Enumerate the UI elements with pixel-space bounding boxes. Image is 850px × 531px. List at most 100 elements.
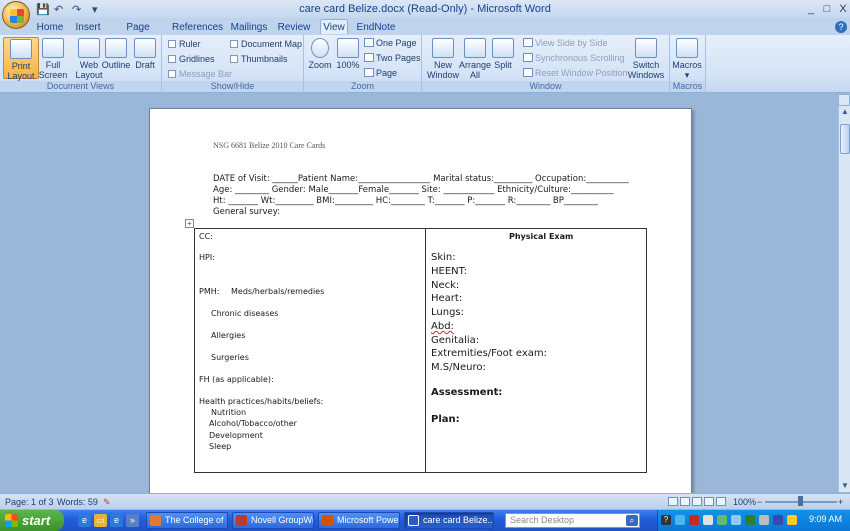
outline-button[interactable]: Outline (100, 37, 132, 79)
office-logo-icon (10, 9, 24, 23)
antivirus-tray-icon[interactable] (689, 515, 699, 525)
tab-home[interactable]: Home (34, 20, 66, 35)
word-count[interactable]: Words: 59 (57, 496, 98, 508)
printer-tray-icon[interactable] (759, 515, 769, 525)
document-page[interactable]: NSG 6681 Belize 2010 Care Cards DATE of … (149, 108, 692, 498)
task-groupwise-label: Novell GroupWi... (251, 515, 314, 525)
close-button[interactable]: X (834, 2, 850, 16)
tab-view[interactable]: View (320, 19, 348, 34)
tab-mailings[interactable]: Mailings (228, 20, 270, 35)
tab-references[interactable]: References (172, 20, 223, 35)
task-powerpoint[interactable]: Microsoft Powe... (318, 512, 400, 529)
help-tray-icon[interactable]: ? (661, 515, 671, 525)
search-icon[interactable]: ⌕ (626, 515, 638, 526)
window-title: care card Belize.docx (Read-Only) - Micr… (299, 3, 551, 15)
volume-tray-icon[interactable] (731, 515, 741, 525)
sync-scrolling-icon (523, 53, 533, 62)
physical-exam-heading: Physical Exam (509, 232, 574, 241)
macros-button[interactable]: Macros ▾ (670, 37, 704, 80)
ie-quick-launch-icon[interactable]: e (78, 514, 91, 527)
network-tray-icon[interactable] (703, 515, 713, 525)
draft-icon (134, 38, 156, 58)
zoom-magnifier-icon (311, 38, 329, 58)
page-width-button[interactable]: Page Width (364, 67, 421, 91)
help-icon[interactable]: ? (835, 21, 847, 33)
zoom-out-icon[interactable]: − (757, 496, 762, 508)
sync-scrolling-button[interactable]: Synchronous Scrolling (523, 52, 625, 65)
show-more-quick-launch-icon[interactable]: » (126, 514, 139, 527)
meds-label: Meds/herbals/remedies (231, 287, 325, 296)
window-group: New Window Arrange All Split View Side b… (422, 35, 670, 93)
update-tray-icon[interactable] (717, 515, 727, 525)
zoom-100-button[interactable]: 100% (334, 37, 362, 79)
fh-label: FH (as applicable): (199, 375, 274, 384)
folder-quick-launch-icon[interactable]: ▭ (94, 514, 107, 527)
reset-window-position-button[interactable]: Reset Window Position (523, 67, 628, 80)
ruler-checkbox[interactable]: Ruler (168, 38, 201, 50)
scroll-thumb[interactable] (840, 124, 850, 154)
one-page-button[interactable]: One Page (364, 37, 417, 50)
shield-tray-icon[interactable] (773, 515, 783, 525)
switch-windows-icon (635, 38, 657, 58)
view-shortcuts (668, 496, 728, 508)
document-header: NSG 6681 Belize 2010 Care Cards (213, 141, 326, 150)
task-groupwise[interactable]: Novell GroupWi... (232, 512, 314, 529)
power-tray-icon[interactable] (787, 515, 797, 525)
browser-quick-launch-icon[interactable]: e (110, 514, 123, 527)
title-bar: 💾 ↶ ↷ ▾ care card Belize.docx (Read-Only… (0, 0, 850, 29)
outline-view-icon[interactable] (704, 497, 714, 506)
view-ruler-button[interactable] (838, 94, 850, 106)
full-screen-reading-icon (42, 38, 64, 58)
proofing-icon[interactable]: ✎ (103, 496, 111, 508)
draft-view-icon[interactable] (716, 497, 726, 506)
full-screen-reading-button[interactable]: Full Screen Reading (33, 37, 73, 90)
document-map-checkbox[interactable]: Document Map (230, 38, 302, 50)
plan-label: Plan: (431, 414, 460, 425)
show-hide-label: Show/Hide (162, 81, 303, 92)
zoom-slider-thumb[interactable] (798, 496, 803, 506)
draft-button[interactable]: Draft (130, 37, 160, 79)
web-layout-view-icon[interactable] (692, 497, 702, 506)
task-word-label: care card Belize... (423, 515, 494, 525)
gridlines-checkbox[interactable]: Gridlines (168, 53, 215, 65)
zoom-button[interactable]: Zoom (306, 37, 334, 79)
search-desktop-input[interactable]: Search Desktop ⌕ (505, 513, 640, 528)
full-screen-view-icon[interactable] (680, 497, 690, 506)
start-button[interactable]: start (0, 510, 64, 531)
tab-insert[interactable]: Insert (72, 20, 104, 35)
tab-review[interactable]: Review (276, 20, 312, 35)
two-pages-label: Two Pages (376, 53, 421, 63)
clock[interactable]: 9:09 AM (809, 514, 842, 524)
security-tray-icon[interactable] (745, 515, 755, 525)
bluetooth-tray-icon[interactable] (675, 515, 685, 525)
message-bar-checkbox[interactable]: Message Bar (168, 68, 232, 80)
form-line-demographics: Age: ________ Gender: Male_______Female_… (213, 185, 614, 195)
outline-label: Outline (101, 60, 131, 70)
two-pages-button[interactable]: Two Pages (364, 52, 421, 65)
page-count[interactable]: Page: 1 of 3 (5, 496, 54, 508)
table-move-handle-icon[interactable]: + (185, 219, 194, 228)
task-word[interactable]: care card Belize... (404, 512, 494, 529)
task-college[interactable]: The College of ... (146, 512, 228, 529)
arrange-all-icon (464, 38, 486, 58)
scroll-down-arrow-icon[interactable]: ▼ (839, 480, 850, 492)
development-label: Development (209, 431, 263, 440)
print-layout-view-icon[interactable] (668, 497, 678, 506)
exam-skin: Skin: (431, 252, 456, 263)
tab-page-layout[interactable]: Page Layout (112, 20, 164, 48)
thumbnails-checkbox[interactable]: Thumbnails (230, 53, 288, 65)
cc-label: CC: (199, 232, 213, 241)
vertical-scrollbar[interactable]: ▲ ▼ (838, 106, 850, 492)
form-line-visit: DATE of Visit: ______Patient Name:______… (213, 174, 629, 184)
scroll-up-arrow-icon[interactable]: ▲ (839, 106, 850, 118)
status-bar: Page: 1 of 3 Words: 59 ✎ 100% − + (0, 493, 850, 509)
taskbar: start e ▭ e » The College of ... Novell … (0, 510, 850, 531)
tab-endnote[interactable]: EndNote (356, 20, 396, 35)
split-button[interactable]: Split (488, 37, 518, 79)
switch-windows-button[interactable]: Switch Windows ▾ (625, 37, 667, 90)
zoom-in-icon[interactable]: + (838, 496, 843, 508)
office-button[interactable] (2, 1, 30, 29)
zoom-group-label: Zoom (304, 81, 421, 92)
zoom-level[interactable]: 100% (733, 496, 756, 508)
view-side-by-side-button[interactable]: View Side by Side (523, 37, 607, 50)
